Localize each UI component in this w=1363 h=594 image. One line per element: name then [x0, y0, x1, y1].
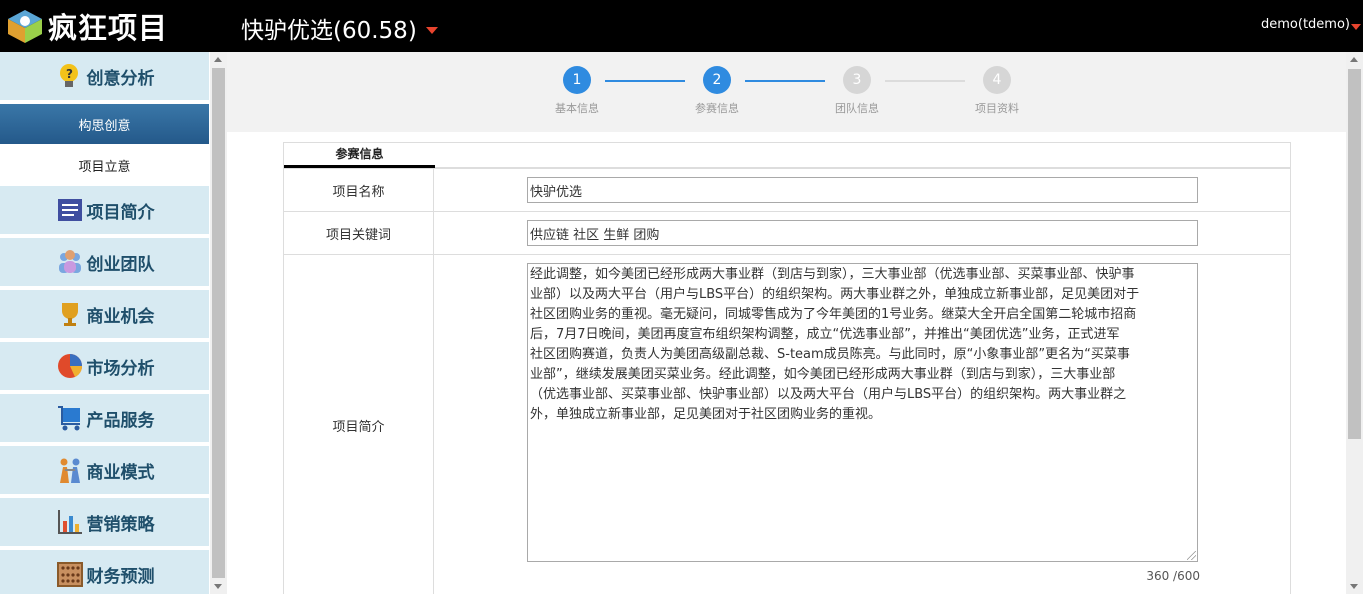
logo-text: 疯狂项目: [48, 11, 169, 45]
step-label: 团队信息: [835, 102, 879, 115]
sidebar-scrollbar-thumb[interactable]: [212, 68, 225, 578]
character-counter: 360 /600: [1146, 569, 1200, 583]
team-icon: [55, 247, 85, 277]
sidebar: ? 创意分析 构思创意 项目立意 项目简介 创业团队 商业机会 市场分析 产品服…: [0, 52, 210, 594]
sidebar-item-market-analysis[interactable]: 市场分析: [0, 342, 209, 392]
trophy-icon: [55, 299, 85, 329]
step-connector: [605, 80, 685, 82]
project-name-input[interactable]: [527, 177, 1198, 203]
textarea-line: 社区团购业务的重视。毫无疑问，同城零售成为了今年美团的1号业务。继菜大全开启全国…: [530, 307, 1137, 322]
step-number: 3: [843, 66, 871, 94]
field-label: 项目名称: [284, 169, 434, 211]
textarea-line: 业部）以及两大平台（用户与LBS平台）的组织架构。两大事业群之外，单独成立新事业…: [530, 287, 1140, 302]
step-number: 4: [983, 66, 1011, 94]
sidebar-subitem-label: 项目立意: [78, 159, 131, 175]
sidebar-item-label: 商业机会: [86, 306, 155, 327]
sidebar-item-label: 创业团队: [86, 254, 155, 275]
step-competition-info[interactable]: 2 参赛信息: [677, 66, 757, 116]
main-content: 1 基本信息 2 参赛信息 3 团队信息 4 项目资料 参赛信息 项目名称 项目…: [227, 52, 1346, 594]
page-scrollbar-thumb[interactable]: [1348, 69, 1361, 439]
project-title: 快驴优选(60.58): [241, 18, 417, 44]
step-progress: 1 基本信息 2 参赛信息 3 团队信息 4 项目资料: [227, 52, 1346, 132]
logo-cube-icon: [4, 7, 46, 45]
user-menu[interactable]: demo(tdemo): [1261, 17, 1361, 32]
sidebar-item-project-intro[interactable]: 项目简介: [0, 186, 209, 236]
step-connector: [885, 80, 965, 82]
sidebar-item-label: 市场分析: [86, 358, 155, 379]
sidebar-scrollbar[interactable]: [210, 52, 227, 594]
textarea-line: 社区团购赛道，负责人为美团高级副总裁、S-team成员陈亮。与此同时，原“小象事…: [530, 347, 1130, 362]
bar-chart-icon: [55, 507, 85, 537]
scroll-up-icon[interactable]: [1350, 57, 1358, 62]
document-icon: [55, 195, 85, 225]
page-scrollbar[interactable]: [1346, 52, 1363, 594]
sidebar-item-business-opportunity[interactable]: 商业机会: [0, 290, 209, 340]
field-label: 项目关键词: [284, 212, 434, 254]
sidebar-item-business-model[interactable]: 商业模式: [0, 446, 209, 496]
sidebar-item-label: 营销策略: [86, 514, 155, 535]
step-team-info[interactable]: 3 团队信息: [817, 66, 897, 116]
form-row-project-name: 项目名称: [284, 168, 1290, 211]
scroll-down-icon[interactable]: [214, 584, 222, 589]
keywords-input[interactable]: [527, 220, 1198, 246]
step-connector: [745, 80, 825, 82]
step-project-materials[interactable]: 4 项目资料: [957, 66, 1037, 116]
caret-down-icon: [425, 26, 438, 34]
project-selector[interactable]: 快驴优选(60.58): [241, 11, 438, 45]
top-bar: 疯狂项目 快驴优选(60.58) demo(tdemo): [0, 0, 1363, 52]
sidebar-item-financial-forecast[interactable]: 财务预测: [0, 550, 209, 594]
app-logo[interactable]: 疯狂项目: [4, 6, 168, 46]
step-label: 基本信息: [555, 102, 599, 115]
form-row-keywords: 项目关键词: [284, 211, 1290, 254]
field-label: 项目简介: [284, 255, 434, 594]
sidebar-item-marketing[interactable]: 营销策略: [0, 498, 209, 548]
textarea-line: 外，单独成立新事业部，足见美团对于社区团购业务的重视。: [530, 407, 882, 422]
textarea-line: 业部”，继续发展美团买菜业务。经此调整，如今美团已经形成两大事业群（到店与到家）…: [530, 367, 1116, 382]
project-intro-textarea[interactable]: 经此调整，如今美团已经形成两大事业群（到店与到家），三大事业部（优选事业部、买菜…: [527, 263, 1198, 562]
pie-chart-icon: [55, 351, 85, 381]
sidebar-item-label: 项目简介: [86, 202, 155, 223]
sidebar-item-label: 创意分析: [86, 68, 155, 89]
sidebar-subitem-label: 构思创意: [78, 118, 131, 134]
step-label: 项目资料: [975, 102, 1019, 115]
caret-down-icon: [1351, 23, 1361, 30]
sidebar-item-label: 商业模式: [86, 462, 155, 483]
step-number: 2: [703, 66, 731, 94]
textarea-line: 经此调整，如今美团已经形成两大事业群（到店与到家），三大事业部（优选事业部、买菜…: [530, 267, 1135, 282]
step-basic-info[interactable]: 1 基本信息: [537, 66, 617, 116]
tab-competition-info[interactable]: 参赛信息: [284, 143, 435, 169]
cart-icon: [55, 403, 85, 433]
competition-info-form: 参赛信息 项目名称 项目关键词 项目简介 经此调整，如今美团已经形成两大事业群（…: [283, 142, 1291, 594]
svg-text:?: ?: [66, 67, 73, 81]
step-label: 参赛信息: [695, 102, 739, 115]
sidebar-item-product-service[interactable]: 产品服务: [0, 394, 209, 444]
sidebar-item-team[interactable]: 创业团队: [0, 238, 209, 288]
sidebar-item-label: 产品服务: [86, 410, 155, 431]
abacus-icon: [55, 559, 85, 589]
lightbulb-icon: ?: [55, 61, 85, 91]
scroll-down-icon[interactable]: [1350, 584, 1358, 589]
sidebar-subitem-project-intent[interactable]: 项目立意: [0, 145, 209, 185]
textarea-line: 后，7月7日晚间，美团再度宣布组织架构调整，成立“优选事业部”，并推出“美团优选…: [530, 327, 1120, 342]
step-number: 1: [563, 66, 591, 94]
sidebar-item-idea-analysis[interactable]: ? 创意分析: [0, 52, 209, 102]
scroll-up-icon[interactable]: [214, 57, 222, 62]
user-name: demo(tdemo): [1261, 17, 1350, 32]
sidebar-subitem-idea-concept[interactable]: 构思创意: [0, 104, 209, 144]
sidebar-item-label: 财务预测: [86, 566, 155, 587]
form-row-project-intro: 项目简介 经此调整，如今美团已经形成两大事业群（到店与到家），三大事业部（优选事…: [284, 254, 1290, 594]
resize-handle-icon[interactable]: [1187, 551, 1196, 560]
textarea-line: （优选事业部、买菜事业部、快驴事业部）以及两大平台（用户与LBS平台）的组织架构…: [530, 387, 1127, 402]
people-icon: [55, 455, 85, 485]
